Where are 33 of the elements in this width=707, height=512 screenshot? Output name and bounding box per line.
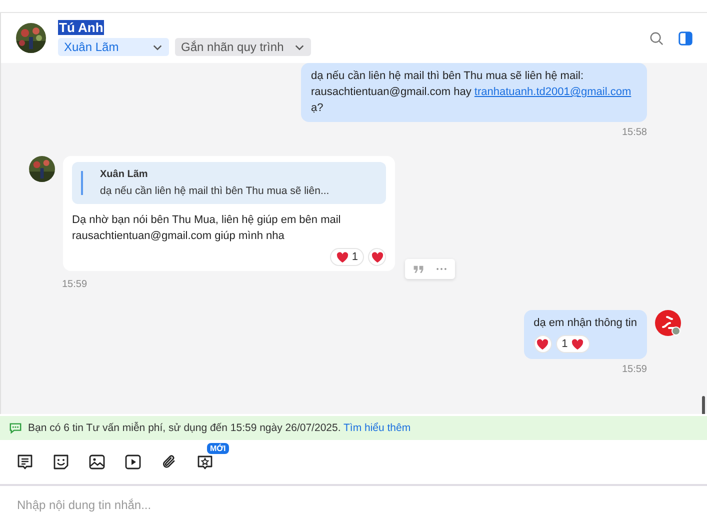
heart-icon: [370, 252, 384, 262]
logo-avatar-icon: [655, 310, 681, 336]
new-badge: MỚI: [207, 443, 229, 454]
contact-name: Tú Anh: [58, 20, 104, 35]
message-time: 15:59: [62, 279, 88, 290]
message-text: dạ em nhận thông tin: [534, 316, 637, 331]
heart-icon: [536, 338, 550, 350]
heart-reaction-button[interactable]: [534, 335, 552, 353]
banner-text: Bạn có 6 tin Tư vấn miễn phí, sử dụng đến 15:59 ngày 26/07/2025. Tìm hiểu thêm: [28, 422, 411, 434]
image-icon[interactable]: [88, 453, 106, 471]
message-text: Dạ nhờ bạn nói bên Thu Mua, liên hệ giúp em bên mail rausachtientuan@gmail.com giúp mình nha: [72, 213, 342, 244]
message-time: 15:59: [622, 364, 647, 375]
side-panel-icon[interactable]: [678, 30, 693, 46]
play-icon[interactable]: [124, 453, 142, 471]
scrollbar-thumb[interactable]: [702, 396, 705, 414]
note-icon[interactable]: [16, 453, 34, 471]
tag-dropdown[interactable]: Gắn nhãn quy trình: [175, 38, 311, 56]
heart-icon: [570, 338, 584, 350]
heart-reaction-button[interactable]: [368, 248, 386, 266]
reaction-count-button[interactable]: 1: [330, 248, 364, 266]
assignee-dropdown[interactable]: Xuân Lãm: [58, 38, 169, 56]
message-time: 15:58: [622, 127, 647, 138]
heart-icon: [336, 252, 349, 262]
sticker-icon[interactable]: [52, 453, 70, 471]
quote-text: dạ nếu cần liên hệ mail thì bên Thu mua sẽ liên...: [100, 185, 330, 197]
search-icon[interactable]: [649, 30, 664, 46]
email-link[interactable]: tranhatuanh.td2001@gmail.com: [474, 86, 632, 98]
star-message-icon[interactable]: [196, 453, 214, 471]
message-text: dạ nếu cần liên hệ mail thì bên Thu mua sẽ liên hệ mail: rausachtientuan@gmail.com hay tranhatuanh.td2001@gmail.com ạ?: [311, 69, 632, 116]
learn-more-link[interactable]: Tìm hiểu thêm: [343, 422, 411, 434]
quote-author: Xuân Lãm: [100, 169, 149, 180]
reaction-count-button[interactable]: 1: [556, 335, 590, 353]
chat-bubble-icon: [9, 422, 22, 434]
